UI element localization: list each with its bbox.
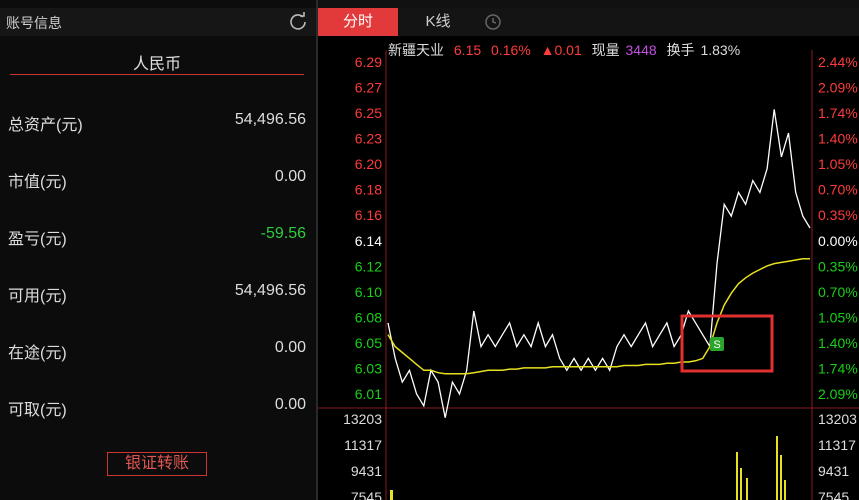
price-tick-label: 6.29 [355,54,382,70]
row-value: -59.56 [260,225,306,242]
volume-tick-label: 13203 [343,411,382,427]
volume-tick-label: 7545 [818,489,849,500]
volume-tick-label: 13203 [818,411,857,427]
volume-tick-label: 9431 [351,463,382,479]
price-tick-label: 6.25 [355,105,382,121]
highlight-box [680,314,774,373]
price-tick-label: 6.14 [355,233,382,249]
row-label: 总资产(元) [8,117,83,134]
price-tick-label: 6.01 [355,386,382,402]
percent-tick-label: 0.70% [818,182,858,198]
volume-bar [740,468,742,500]
chart-panel: 分时 K线 新疆天业 6.15 0.16% ▲0.01 现量 3448 换手 1… [318,0,859,500]
currency-underline [10,74,304,75]
row-value: 0.00 [274,339,306,356]
volume-tick-label: 11317 [818,437,856,453]
row-label: 在途(元) [8,345,67,362]
volume-bar [776,436,778,500]
row-value: 54,496.56 [234,282,306,299]
volume-bar [390,490,393,500]
row-label: 市值(元) [8,174,67,191]
currency-label: 人民币 [132,56,181,73]
price-tick-label: 6.23 [355,131,382,147]
percent-tick-label: 0.70% [818,284,858,300]
profit-loss-row: 盈亏(元) -59.56 [8,225,306,248]
volume-tick-label: 11317 [344,437,382,453]
percent-tick-label: 1.74% [818,360,858,376]
market-value-row: 市值(元) 0.00 [8,168,306,191]
price-tick-label: 6.18 [355,182,382,198]
row-label: 可用(元) [8,288,67,305]
percent-tick-label: 1.05% [818,156,858,172]
in-transit-row: 在途(元) 0.00 [8,339,306,362]
row-label: 盈亏(元) [8,231,67,248]
available-row: 可用(元) 54,496.56 [8,282,306,305]
price-tick-label: 6.16 [355,207,382,223]
percent-tick-label: 2.09% [818,386,858,402]
percent-tick-label: 2.44% [818,54,858,70]
percent-tick-label: 0.00% [818,233,858,249]
volume-bar [736,452,738,500]
price-tick-label: 6.08 [355,309,382,325]
account-title: 账号信息 [6,15,62,31]
intraday-chart[interactable]: 6.29 2.44% 6.27 2.09% 6.25 1.74% 6.23 1.40% 6.20… [318,0,859,500]
volume-bar [780,455,782,500]
row-label: 可取(元) [8,402,67,419]
row-value: 54,496.56 [234,111,306,128]
price-tick-label: 6.05 [355,335,382,351]
price-tick-label: 6.12 [355,258,382,274]
percent-tick-label: 1.40% [818,335,858,351]
bank-transfer-button[interactable]: 银证转账 [107,452,207,476]
price-tick-label: 6.20 [355,156,382,172]
price-tick-label: 6.10 [355,284,382,300]
price-tick-label: 6.27 [355,80,382,96]
volume-tick-label: 7545 [351,489,382,500]
row-value: 0.00 [274,168,306,185]
volume-bar [746,478,748,500]
percent-tick-label: 1.40% [818,131,858,147]
total-assets-row: 总资产(元) 54,496.56 [8,111,306,134]
percent-tick-label: 2.09% [818,80,858,96]
percent-tick-label: 0.35% [818,258,858,274]
withdrawable-row: 可取(元) 0.00 [8,396,306,419]
volume-bar [784,480,786,500]
sell-marker-label: S [713,339,720,351]
account-panel: 账号信息 人民币 总资产(元) 54,496.56 市值(元) 0.00 盈亏(… [0,0,316,500]
refresh-icon[interactable] [288,11,308,31]
price-tick-label: 6.03 [355,360,382,376]
percent-tick-label: 1.74% [818,105,858,121]
volume-tick-label: 9431 [818,463,849,479]
account-header: 账号信息 [0,8,316,36]
percent-tick-label: 1.05% [818,309,858,325]
percent-tick-label: 0.35% [818,207,858,223]
row-value: 0.00 [274,396,306,413]
